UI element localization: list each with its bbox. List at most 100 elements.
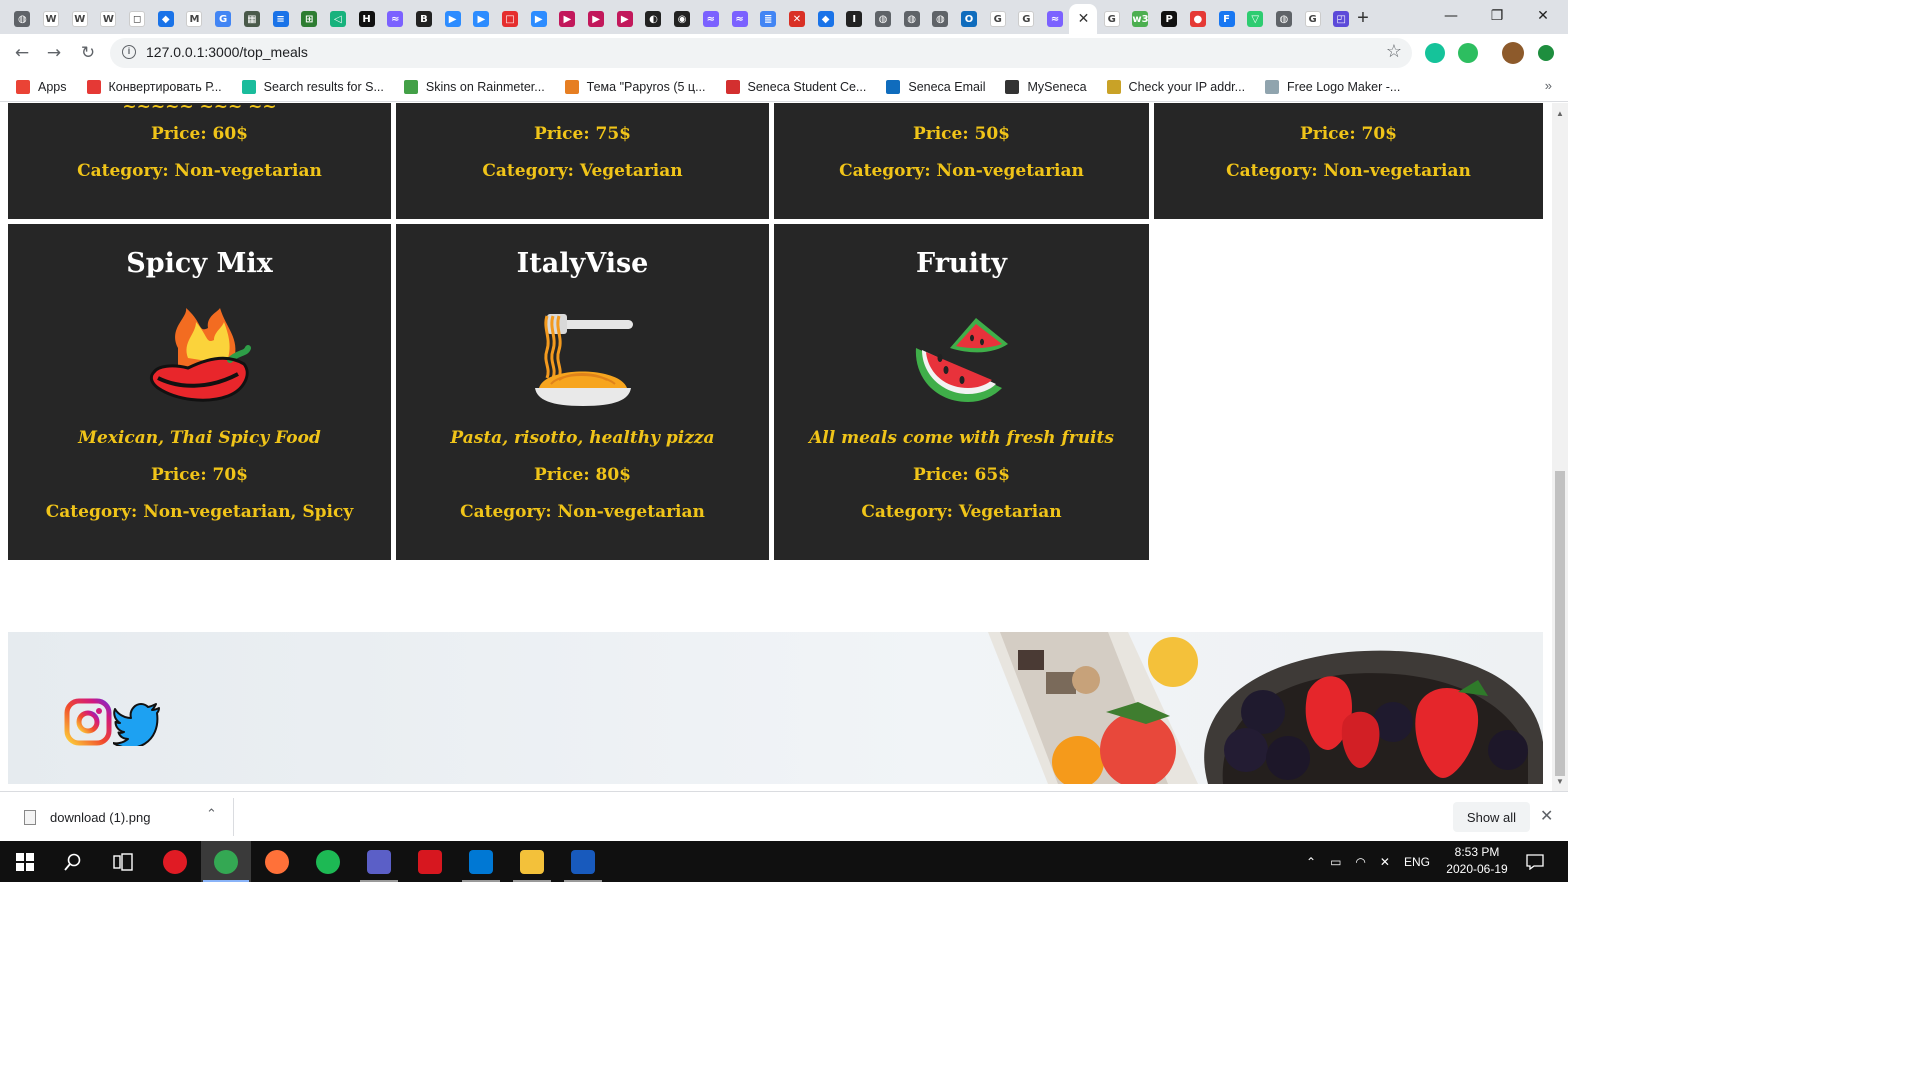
close-downloads-icon[interactable]: ✕: [1540, 806, 1553, 825]
browser-tab[interactable]: ✕: [783, 4, 812, 34]
back-button[interactable]: ←: [8, 40, 36, 66]
bookmark-item[interactable]: Seneca Email: [886, 79, 985, 94]
taskbar-app-button[interactable]: [150, 841, 200, 882]
browser-tab[interactable]: ≈: [697, 4, 726, 34]
browser-tab[interactable]: □: [496, 4, 525, 34]
battery-icon[interactable]: ▭: [1330, 855, 1341, 869]
browser-tab[interactable]: ≡: [266, 4, 295, 34]
update-icon[interactable]: [1538, 45, 1554, 61]
address-url[interactable]: 127.0.0.1:3000/top_meals: [146, 44, 308, 60]
reload-button[interactable]: ↻: [74, 40, 102, 66]
volume-muted-icon[interactable]: ✕: [1380, 855, 1390, 869]
browser-tab[interactable]: ▶: [610, 4, 639, 34]
close-tab-icon[interactable]: ✕: [1075, 11, 1091, 27]
new-tab-button[interactable]: +: [1349, 4, 1377, 32]
browser-tab[interactable]: G: [1012, 4, 1041, 34]
browser-tab[interactable]: ◍: [869, 4, 898, 34]
taskbar-app-button[interactable]: [558, 841, 608, 882]
bookmark-item[interactable]: Free Logo Maker -...: [1265, 79, 1400, 94]
browser-tab[interactable]: P: [1155, 4, 1184, 34]
browser-tab[interactable]: ≈: [725, 4, 754, 34]
browser-tab[interactable]: O: [955, 4, 984, 34]
taskbar-app-button[interactable]: [354, 841, 404, 882]
browser-tab[interactable]: W: [37, 4, 66, 34]
browser-tab[interactable]: ◻: [123, 4, 152, 34]
bookmark-item[interactable]: Тема "Papyros (5 ц...: [564, 79, 706, 94]
browser-tab[interactable]: G: [209, 4, 238, 34]
browser-tab[interactable]: ≈: [381, 4, 410, 34]
taskbar-app-button[interactable]: [201, 841, 251, 882]
clock[interactable]: 8:53 PM 2020-06-19: [1440, 844, 1514, 878]
instagram-icon[interactable]: [64, 698, 112, 746]
page-scrollbar[interactable]: ▲ ▼: [1552, 103, 1568, 791]
browser-tab[interactable]: ≈: [1041, 4, 1070, 34]
browser-tab[interactable]: M: [180, 4, 209, 34]
browser-tab[interactable]: ◍: [8, 4, 37, 34]
more-bookmarks-icon[interactable]: »: [1545, 78, 1552, 93]
taskbar-app-button[interactable]: [252, 841, 302, 882]
browser-tab[interactable]: ◍: [897, 4, 926, 34]
browser-tab[interactable]: F: [1212, 4, 1241, 34]
browser-tab[interactable]: ▽: [1241, 4, 1270, 34]
browser-tab[interactable]: ◐: [639, 4, 668, 34]
browser-tab[interactable]: ≣: [754, 4, 783, 34]
chevron-up-icon[interactable]: ⌃: [1306, 855, 1316, 869]
language-indicator[interactable]: ENG: [1404, 855, 1430, 869]
profile-avatar[interactable]: [1502, 42, 1524, 64]
task-view-button[interactable]: [98, 841, 148, 882]
bookmark-item[interactable]: Check your IP addr...: [1106, 79, 1245, 94]
bookmark-item[interactable]: Skins on Rainmeter...: [403, 79, 545, 94]
browser-tab[interactable]: ◍: [1270, 4, 1299, 34]
browser-tab[interactable]: ▶: [438, 4, 467, 34]
browser-tab[interactable]: W: [65, 4, 94, 34]
address-bar[interactable]: i 127.0.0.1:3000/top_meals ☆: [110, 38, 1412, 68]
site-info-icon[interactable]: i: [122, 45, 136, 59]
browser-tab[interactable]: G: [1298, 4, 1327, 34]
taskbar-app-button[interactable]: [405, 841, 455, 882]
scrollbar-thumb[interactable]: [1555, 471, 1565, 776]
taskbar-app-button[interactable]: [303, 841, 353, 882]
chevron-up-icon[interactable]: ⌃: [206, 807, 217, 822]
browser-tab[interactable]: ◍: [926, 4, 955, 34]
browser-tab[interactable]: ▦: [238, 4, 267, 34]
browser-tab[interactable]: ◆: [811, 4, 840, 34]
bookmark-item[interactable]: Apps: [16, 79, 67, 94]
taskbar-app-button[interactable]: [507, 841, 557, 882]
grammarly-extension-icon[interactable]: [1425, 43, 1445, 63]
browser-tab[interactable]: ◁: [324, 4, 353, 34]
tab-active[interactable]: ✕: [1069, 4, 1098, 34]
scroll-up-arrow[interactable]: ▲: [1556, 109, 1564, 118]
browser-tab[interactable]: ◉: [668, 4, 697, 34]
scroll-down-arrow[interactable]: ▼: [1556, 777, 1564, 786]
bookmark-star-icon[interactable]: ☆: [1386, 41, 1402, 62]
browser-tab[interactable]: ▶: [467, 4, 496, 34]
close-window-button[interactable]: ✕: [1520, 0, 1566, 32]
browser-tab[interactable]: H: [352, 4, 381, 34]
wifi-icon[interactable]: ◠: [1355, 855, 1365, 869]
minimize-button[interactable]: —: [1428, 0, 1474, 32]
notifications-button[interactable]: [1510, 841, 1560, 882]
browser-tab[interactable]: G: [1097, 4, 1126, 34]
browser-tab[interactable]: ▶: [524, 4, 553, 34]
show-all-button[interactable]: Show all: [1453, 802, 1530, 832]
bookmark-item[interactable]: Seneca Student Ce...: [725, 79, 866, 94]
evernote-extension-icon[interactable]: [1458, 43, 1478, 63]
bookmark-item[interactable]: MySeneca: [1005, 79, 1087, 94]
browser-tab[interactable]: W: [94, 4, 123, 34]
forward-button[interactable]: →: [40, 40, 68, 66]
taskbar-app-button[interactable]: [456, 841, 506, 882]
twitter-icon[interactable]: [113, 698, 161, 746]
browser-tab[interactable]: ◆: [151, 4, 180, 34]
bookmark-item[interactable]: Конвертировать Р...: [86, 79, 222, 94]
browser-tab[interactable]: ⊞: [295, 4, 324, 34]
start-button[interactable]: [0, 841, 50, 882]
bookmark-item[interactable]: Search results for S...: [241, 79, 384, 94]
browser-tab[interactable]: w3: [1126, 4, 1155, 34]
maximize-button[interactable]: ❐: [1474, 0, 1520, 32]
browser-tab[interactable]: B: [410, 4, 439, 34]
browser-tab[interactable]: ▶: [553, 4, 582, 34]
download-item[interactable]: download (1).png ⌃: [8, 798, 234, 836]
browser-tab[interactable]: ▶: [582, 4, 611, 34]
browser-tab[interactable]: I: [840, 4, 869, 34]
browser-tab[interactable]: G: [983, 4, 1012, 34]
